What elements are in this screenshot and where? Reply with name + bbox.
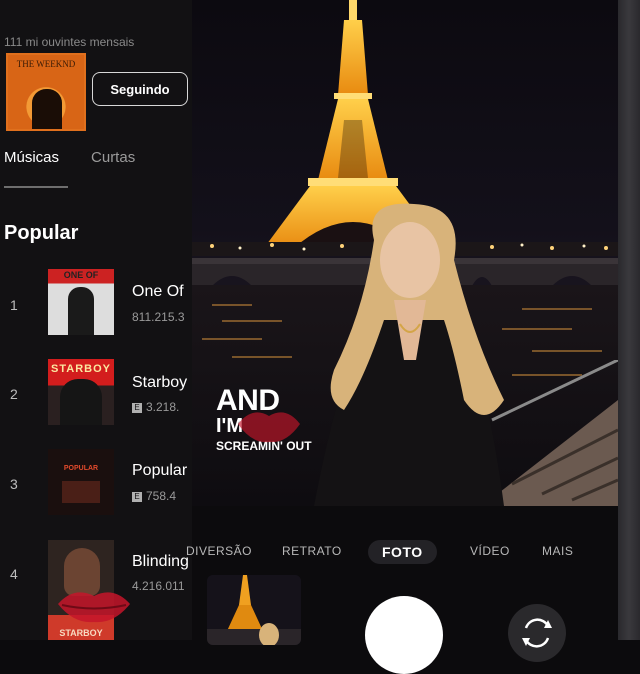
album-cover-silhouette <box>32 89 62 129</box>
following-button[interactable]: Seguindo <box>92 72 188 106</box>
explicit-icon: E <box>132 402 142 413</box>
album-cover-title: THE WEEKND <box>16 59 76 69</box>
track-cover: STARBOY <box>48 359 114 425</box>
track-number: 3 <box>10 476 18 492</box>
track-number: 1 <box>10 297 18 313</box>
cover-figure <box>68 287 94 335</box>
track-number: 4 <box>10 566 18 582</box>
tab-curtas[interactable]: Curtas <box>91 149 135 166</box>
camera-viewfinder-photo: AND I'M SCREAMIN' OUT <box>192 0 618 506</box>
content-tabs: Músicas Curtas <box>4 149 135 166</box>
track-play-count-value: 3.218. <box>146 400 180 414</box>
screen-edge <box>618 0 640 640</box>
track-play-count: 4.216.011 <box>132 579 185 593</box>
track-title: One Of <box>132 283 184 300</box>
monthly-listeners: 111 mi ouvintes mensais <box>4 35 135 49</box>
mode-diversao[interactable]: DIVERSÃO <box>186 544 252 558</box>
track-cover-text: ONE OF <box>63 270 99 280</box>
cover-figure <box>62 481 100 503</box>
track-row[interactable]: 2 STARBOY Starboy E 3.218. <box>0 352 192 432</box>
track-row[interactable]: 3 POPULAR Popular E 758.4 <box>0 442 192 522</box>
mode-video[interactable]: VÍDEO <box>470 544 510 558</box>
track-cover-text: POPULAR <box>63 465 99 472</box>
thumbnail-eiffel-image <box>207 575 301 645</box>
mode-retrato[interactable]: RETRATO <box>282 544 342 558</box>
switch-camera-button[interactable] <box>508 604 566 662</box>
track-title: Blinding <box>132 553 189 570</box>
rotate-camera-icon <box>522 618 552 648</box>
track-row[interactable]: 1 ONE OF One Of 811.215.3 <box>0 262 192 342</box>
track-cover: ONE OF <box>48 269 114 335</box>
kiss-mark-icon <box>238 412 300 443</box>
track-cover-text: STARBOY <box>51 363 111 375</box>
track-play-count: 811.215.3 <box>132 310 185 324</box>
mode-foto[interactable]: FOTO <box>368 540 437 564</box>
active-tab-indicator <box>4 186 68 188</box>
track-cover: POPULAR <box>48 449 114 515</box>
gallery-thumbnail[interactable] <box>207 575 301 645</box>
track-play-count: E 758.4 <box>132 489 176 503</box>
artist-panel: 111 mi ouvintes mensais THE WEEKND Segui… <box>0 0 192 640</box>
mode-mais[interactable]: MAIS <box>542 544 573 558</box>
camera-mode-selector: DIVERSÃO RETRATO FOTO VÍDEO MAIS <box>186 536 612 566</box>
track-play-count-value: 758.4 <box>146 489 177 503</box>
tab-musicas[interactable]: Músicas <box>4 149 59 166</box>
woman-portrait <box>314 203 504 506</box>
track-number: 2 <box>10 386 18 402</box>
shutter-button[interactable] <box>365 596 443 674</box>
artist-album-cover[interactable]: THE WEEKND <box>6 53 86 131</box>
cover-figure <box>60 379 102 425</box>
track-title: Popular <box>132 462 188 479</box>
track-play-count: E 3.218. <box>132 400 179 414</box>
track-cover-text: STARBOY <box>59 628 103 638</box>
popular-section-title: Popular <box>4 222 79 244</box>
track-title: Starboy <box>132 374 188 391</box>
lips-sticker-icon <box>58 592 130 623</box>
explicit-icon: E <box>132 491 142 502</box>
